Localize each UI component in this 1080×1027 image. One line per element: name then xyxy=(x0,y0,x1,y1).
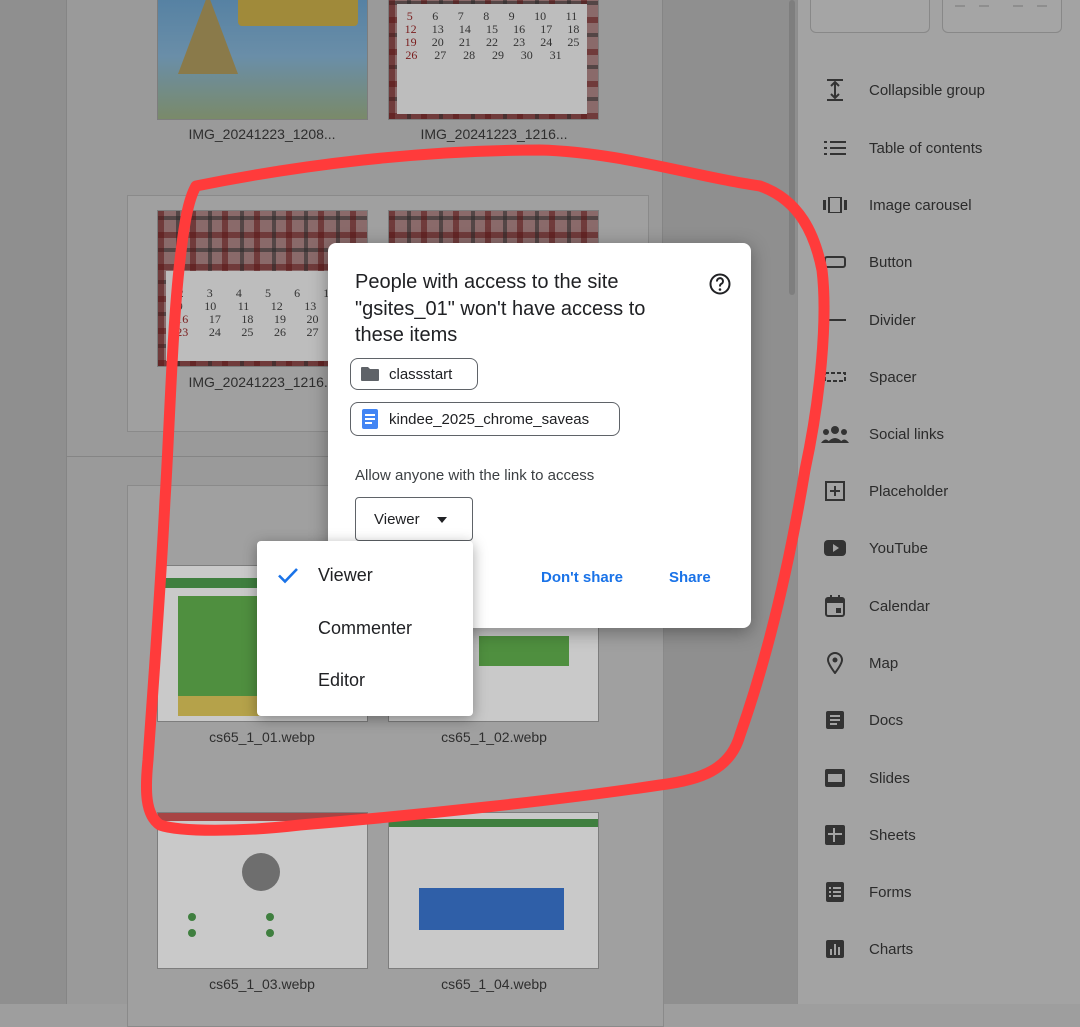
role-menu: Viewer Commenter Editor xyxy=(257,541,473,716)
image-thumbnail[interactable]: 5 6 7 8 9 10 11 12 13 14 15 16 17 18 19 20 21 22 23 24 25 … xyxy=(388,0,599,120)
chip-label: classstart xyxy=(389,365,453,383)
button-icon xyxy=(821,250,849,274)
insert-calendar[interactable]: Calendar xyxy=(821,586,930,626)
insert-table-of-contents[interactable]: Table of contents xyxy=(821,128,982,168)
check-icon xyxy=(276,563,300,587)
divider-icon xyxy=(821,308,849,332)
shared-item-chip[interactable]: kindee_2025_chrome_saveas xyxy=(350,402,620,436)
role-option-editor[interactable]: Editor xyxy=(257,656,473,704)
file-name: cs65_1_04.webp xyxy=(441,976,547,992)
role-option-commenter[interactable]: Commenter xyxy=(257,604,473,652)
link-role-select[interactable]: Viewer xyxy=(355,497,473,541)
spacer-icon xyxy=(821,365,849,389)
map-icon xyxy=(821,651,849,675)
slides-icon xyxy=(821,766,849,790)
image-thumbnail[interactable] xyxy=(157,812,368,969)
role-select-value: Viewer xyxy=(374,510,420,528)
insert-sheets[interactable]: Sheets xyxy=(821,815,916,855)
sidebar-item-label: Docs xyxy=(869,711,904,729)
insert-slides[interactable]: Slides xyxy=(821,758,910,798)
insert-charts[interactable]: Charts xyxy=(821,929,913,969)
insert-panel: Collapsible group Table of contents Imag… xyxy=(797,0,1080,1004)
link-access-label: Allow anyone with the link to access xyxy=(355,467,595,484)
menu-item-label: Editor xyxy=(318,669,366,690)
avatar xyxy=(242,853,280,891)
sidebar-item-label: Map xyxy=(869,654,899,672)
sidebar-item-label: Collapsible group xyxy=(869,81,985,99)
file-name: IMG_20241223_1216... xyxy=(420,126,568,142)
bullet-graphic xyxy=(188,913,196,921)
header-graphic xyxy=(158,813,367,821)
sheets-icon xyxy=(821,823,849,847)
bullet-graphic xyxy=(188,929,196,937)
map-graphic xyxy=(419,888,564,930)
insert-forms[interactable]: Forms xyxy=(821,872,912,912)
insert-button[interactable]: Button xyxy=(821,242,912,282)
table-of-contents-icon xyxy=(821,136,849,160)
sidebar-item-label: Slides xyxy=(869,769,910,787)
insert-map[interactable]: Map xyxy=(821,643,898,683)
sidebar-item-label: Image carousel xyxy=(869,196,972,214)
insert-image-carousel[interactable]: Image carousel xyxy=(821,185,972,225)
sidebar-item-label: YouTube xyxy=(869,539,928,557)
insert-collapsible-group[interactable]: Collapsible group xyxy=(821,70,985,110)
collapsible-group-icon xyxy=(821,78,849,102)
menu-item-label: Viewer xyxy=(318,564,373,585)
insert-divider[interactable]: Divider xyxy=(821,300,916,340)
help-icon[interactable] xyxy=(709,273,731,295)
youtube-icon xyxy=(821,536,849,560)
insert-placeholder[interactable]: Placeholder xyxy=(821,471,948,511)
menu-item-label: Commenter xyxy=(318,617,413,638)
file-name: cs65_1_02.webp xyxy=(441,729,547,745)
sidebar-item-label: Calendar xyxy=(869,597,930,615)
sidebar-item-label: Button xyxy=(869,253,913,271)
docs-file-icon xyxy=(361,409,379,429)
layout-preview-icon xyxy=(955,5,1047,7)
calendar-icon xyxy=(821,594,849,618)
shared-item-chip[interactable]: classstart xyxy=(350,358,478,390)
dialog-title: People with access to the site "gsites_0… xyxy=(355,271,646,346)
image-thumbnail[interactable] xyxy=(388,812,599,969)
bullet-graphic xyxy=(266,913,274,921)
sidebar-item-label: Table of contents xyxy=(869,139,983,157)
sidebar-item-label: Charts xyxy=(869,940,914,958)
placeholder-icon xyxy=(821,479,849,503)
insert-social-links[interactable]: Social links xyxy=(821,414,944,454)
image-carousel-icon xyxy=(821,193,849,217)
sidebar-item-label: Spacer xyxy=(869,368,917,386)
caret-down-icon xyxy=(437,517,447,523)
insert-youtube[interactable]: YouTube xyxy=(821,528,928,568)
sidebar-item-label: Social links xyxy=(869,425,945,443)
sidebar-item-label: Forms xyxy=(869,883,912,901)
pagoda-graphic xyxy=(178,0,238,74)
file-name: cs65_1_01.webp xyxy=(209,729,315,745)
folder-icon xyxy=(361,365,379,383)
docs-icon xyxy=(821,708,849,732)
layout-tile[interactable] xyxy=(942,0,1062,33)
dont-share-button[interactable]: Don't share xyxy=(541,569,623,586)
role-option-viewer[interactable]: Viewer xyxy=(257,551,473,599)
banner-graphic xyxy=(479,636,569,666)
file-name: cs65_1_03.webp xyxy=(209,976,315,992)
calendar-graphic: 5 6 7 8 9 10 11 12 13 14 15 16 17 18 19 20 21 22 23 24 25 … xyxy=(397,4,587,114)
bullet-graphic xyxy=(266,929,274,937)
header-graphic xyxy=(389,819,598,827)
banner-graphic xyxy=(178,596,268,696)
forms-icon xyxy=(821,880,849,904)
sidebar-item-label: Divider xyxy=(869,311,916,329)
canvas-scrollbar[interactable] xyxy=(789,0,795,295)
social-links-icon xyxy=(821,422,849,446)
charts-icon xyxy=(821,937,849,961)
insert-spacer[interactable]: Spacer xyxy=(821,357,917,397)
share-button[interactable]: Share xyxy=(669,569,711,586)
layout-tile[interactable] xyxy=(810,0,930,33)
chip-label: kindee_2025_chrome_saveas xyxy=(389,410,590,428)
sidebar-item-label: Sheets xyxy=(869,826,916,844)
poster-title-graphic xyxy=(238,0,358,26)
file-name: IMG_20241223_1208... xyxy=(188,126,336,142)
insert-docs[interactable]: Docs xyxy=(821,700,903,740)
sidebar-item-label: Placeholder xyxy=(869,482,949,500)
image-thumbnail[interactable] xyxy=(157,0,368,120)
